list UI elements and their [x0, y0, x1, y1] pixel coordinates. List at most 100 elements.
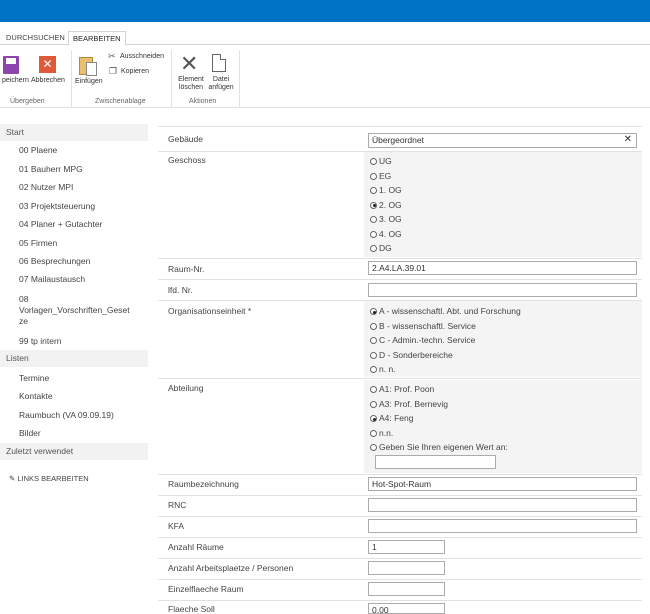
nav-item[interactable]: 04 Planer + Gutachter — [19, 219, 139, 230]
geschoss-option[interactable]: 2. OG — [370, 200, 402, 211]
attach-file-icon[interactable] — [212, 54, 226, 72]
nav-heading-recent[interactable]: Zuletzt verwendet — [0, 443, 148, 460]
nav-item[interactable]: Termine — [19, 373, 139, 384]
radio-button-icon[interactable] — [370, 429, 377, 437]
custom-value-input[interactable] — [375, 455, 496, 469]
copy-button-label[interactable]: Kopieren — [121, 68, 149, 76]
organisationseinheit-option[interactable]: C - Admin.-techn. Service — [370, 335, 475, 346]
paste-button-label[interactable]: Einfügen — [75, 78, 103, 86]
radio-button-icon[interactable] — [370, 308, 377, 315]
nav-item[interactable]: 08 — [19, 294, 139, 305]
attach-file-label[interactable]: Datei anfügen — [206, 76, 236, 92]
radio-button-icon[interactable] — [370, 366, 377, 373]
rnc-input[interactable] — [368, 498, 637, 512]
nav-item[interactable]: Kontakte — [19, 391, 139, 402]
anzahl-arbeitsplaetze-input[interactable] — [368, 561, 445, 575]
scissors-icon[interactable]: ✂ — [108, 51, 116, 62]
nav-item[interactable]: Bilder — [19, 428, 139, 439]
tab-durchsuchen[interactable]: DURCHSUCHEN — [2, 31, 69, 45]
abteilung-option[interactable]: Geben Sie Ihren eigenen Wert an: — [370, 442, 508, 453]
nav-item[interactable]: 03 Projektsteuerung — [19, 201, 139, 212]
nav-heading-start[interactable]: Start — [0, 124, 148, 141]
ribbon-separator — [239, 50, 240, 108]
nav-item[interactable]: 06 Besprechungen — [19, 256, 139, 267]
cancel-button-label[interactable]: Abbrechen — [31, 77, 65, 85]
delete-item-icon[interactable]: ✕ — [180, 53, 198, 75]
radio-button-icon[interactable] — [370, 351, 377, 359]
radio-button-icon[interactable] — [370, 187, 377, 194]
nav-item[interactable]: ze — [19, 316, 139, 327]
save-icon[interactable] — [3, 56, 19, 74]
einzelflaeche-input[interactable] — [368, 582, 445, 596]
geschoss-option[interactable]: EG — [370, 171, 391, 182]
delete-item-label[interactable]: Element löschen — [176, 76, 206, 92]
organisationseinheit-option-label: D - Sonderbereiche — [379, 349, 453, 360]
nav-item[interactable]: 99 tp intern — [19, 336, 139, 347]
form-row-divider — [158, 600, 642, 601]
organisationseinheit-option[interactable]: n. n. — [370, 364, 396, 375]
gebaeude-lookup-input[interactable]: Übergeordnet ✕ — [368, 133, 637, 148]
geschoss-option[interactable]: 4. OG — [370, 229, 402, 240]
radio-button-icon[interactable] — [370, 444, 377, 451]
organisationseinheit-option-label: n. n. — [379, 364, 396, 374]
nav-item[interactable]: 00 Plaene — [19, 145, 139, 156]
radio-button-icon[interactable] — [370, 415, 377, 422]
geschoss-option-label: 4. OG — [379, 228, 402, 239]
form-row-divider — [158, 126, 642, 127]
organisationseinheit-option[interactable]: A - wissenschaftl. Abt. und Forschung — [370, 306, 521, 317]
radio-button-icon[interactable] — [370, 201, 377, 209]
nav-item[interactable]: 07 Mailaustausch — [19, 274, 139, 285]
attach-file-label-line2: anfügen — [208, 84, 234, 91]
organisationseinheit-option[interactable]: B - wissenschaftl. Service — [370, 321, 476, 332]
abteilung-option[interactable]: A1: Prof. Poon — [370, 384, 434, 395]
geschoss-option[interactable]: DG — [370, 243, 392, 254]
radio-button-icon[interactable] — [370, 158, 377, 165]
field-label-lfd-nr: lfd. Nr. — [168, 285, 193, 295]
abteilung-option[interactable]: A4: Feng — [370, 413, 414, 424]
save-button-label[interactable]: peichern — [2, 77, 29, 85]
edit-links-button[interactable]: ✎ LINKS BEARBEITEN — [9, 474, 89, 483]
geschoss-option[interactable]: UG — [370, 156, 392, 167]
radio-button-icon[interactable] — [370, 386, 377, 393]
form-row-divider — [158, 474, 642, 475]
field-label-rnc: RNC — [168, 500, 187, 510]
geschoss-option[interactable]: 1. OG — [370, 185, 402, 196]
group-label-uebergeben: Übergeben — [10, 98, 45, 105]
nav-item[interactable]: Vorlagen_Vorschriften_Geset — [19, 305, 139, 316]
clear-icon[interactable]: ✕ — [624, 134, 632, 146]
field-label-einzelflaeche: Einzelflaeche Raum — [168, 584, 244, 594]
organisationseinheit-option-label: A - wissenschaftl. Abt. und Forschung — [379, 306, 521, 316]
cut-button-label[interactable]: Ausschneiden — [120, 53, 164, 61]
cancel-icon[interactable]: ✕ — [39, 56, 56, 73]
raum-nr-input[interactable]: 2.A4.LA.39.01 — [368, 261, 637, 275]
anzahl-raeume-input[interactable]: 1 — [368, 540, 445, 554]
paste-icon[interactable] — [79, 55, 99, 77]
geschoss-option[interactable]: 3. OG — [370, 214, 402, 225]
field-label-anzahl-arbeitsplaetze: Anzahl Arbeitsplaetze / Personen — [168, 563, 294, 573]
kfa-input[interactable] — [368, 519, 637, 533]
field-label-gebaeude: Gebäude — [168, 134, 203, 144]
radio-button-icon[interactable] — [370, 322, 377, 330]
group-label-aktionen: Aktionen — [189, 98, 217, 105]
delete-item-label-line2: löschen — [178, 84, 204, 91]
tab-bearbeiten[interactable]: BEARBEITEN — [68, 31, 126, 46]
flaeche-soll-input[interactable]: 0,00 — [368, 603, 445, 614]
lfd-nr-input[interactable] — [368, 283, 637, 297]
radio-button-icon[interactable] — [370, 216, 377, 223]
radio-button-icon[interactable] — [370, 245, 377, 252]
nav-item[interactable]: 05 Firmen — [19, 238, 139, 249]
organisationseinheit-option[interactable]: D - Sonderbereiche — [370, 350, 453, 361]
radio-button-icon[interactable] — [370, 230, 377, 238]
nav-item[interactable]: 02 Nutzer MPI — [19, 182, 139, 193]
raumbezeichnung-input[interactable]: Hot-Spot-Raum — [368, 477, 637, 491]
radio-button-icon[interactable] — [370, 172, 377, 180]
nav-item[interactable]: 01 Bauherr MPG — [19, 164, 139, 175]
nav-item[interactable]: Raumbuch (VA 09.09.19) — [19, 410, 139, 421]
nav-heading-listen[interactable]: Listen — [0, 350, 148, 367]
organisationseinheit-option-label: B - wissenschaftl. Service — [379, 320, 476, 331]
abteilung-option[interactable]: n.n. — [370, 428, 393, 439]
abteilung-option[interactable]: A3: Prof. Bernevig — [370, 399, 448, 410]
radio-button-icon[interactable] — [370, 400, 377, 408]
radio-button-icon[interactable] — [370, 337, 377, 344]
copy-icon[interactable]: ❐ — [109, 66, 117, 77]
